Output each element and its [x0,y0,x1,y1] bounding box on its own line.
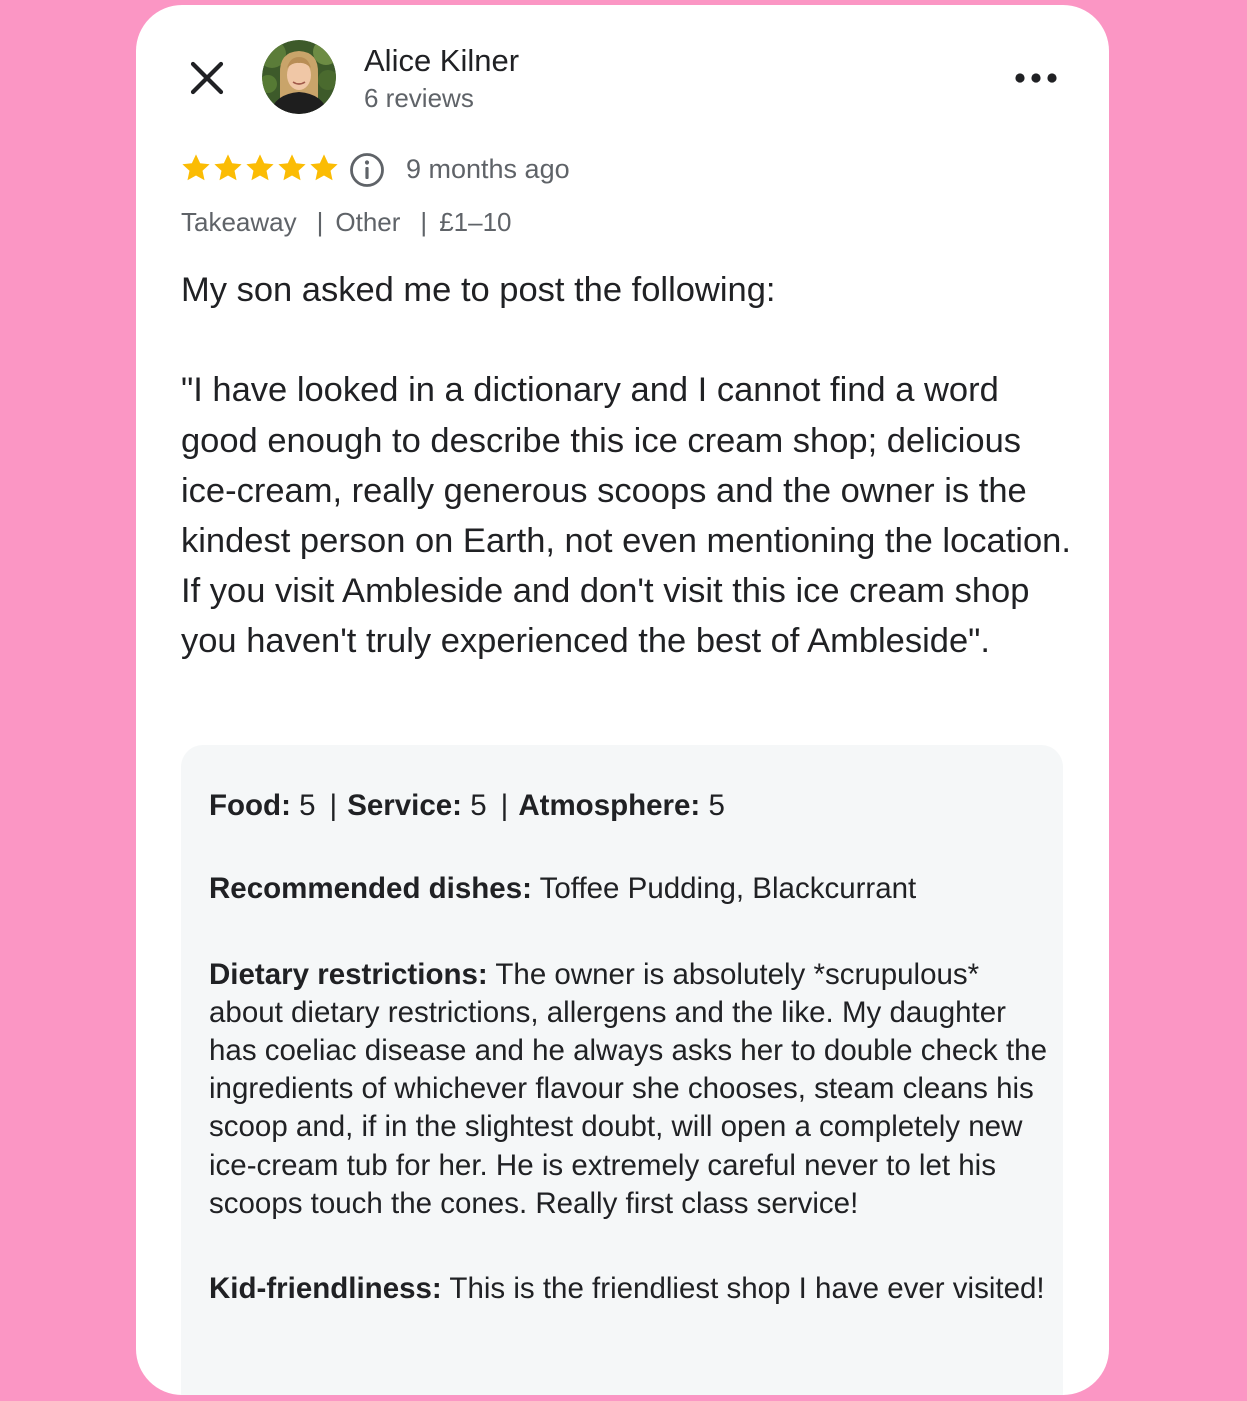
atmosphere-label: Atmosphere: [518,789,701,822]
close-button[interactable] [184,55,230,101]
price-range: £1–10 [439,207,512,237]
star-icon [310,154,338,181]
service-type: Takeaway [181,207,297,237]
dietary-restrictions: Dietary restrictions: The owner is absol… [209,956,1049,1223]
recommended-dishes-label: Recommended dishes: [209,872,532,905]
star-icon [246,154,274,181]
category-ratings: Food: 5 | Service: 5 | Atmosphere: 5 [209,785,1049,827]
info-button[interactable] [348,151,386,189]
reviewer-photo [262,40,336,114]
food-rating: 5 [299,789,316,822]
review-card: Alice Kilner 6 reviews 9 months ago Take… [136,5,1109,1395]
food-label: Food: [209,789,291,822]
kid-friendliness-value: This is the friendliest shop I have ever… [449,1271,1045,1305]
review-time: 9 months ago [406,154,570,184]
star-rating [180,151,340,187]
review-details: Food: 5 | Service: 5 | Atmosphere: 5 Recomme… [181,745,1063,1395]
review-count: 6 reviews [364,83,474,113]
recommended-dishes-value: Toffee Pudding, Blackcurrant [539,872,917,905]
avatar[interactable] [262,40,336,114]
recommended-dishes: Recommended dishes: Toffee Pudding, Blac… [209,870,1049,908]
meal-type: Other [335,207,401,237]
service-label: Service: [347,789,463,822]
star-icon [182,154,210,181]
atmosphere-rating: 5 [708,789,725,822]
more-options-button[interactable] [1010,63,1062,93]
meta-divider: | [420,207,428,237]
meta-divider: | [316,207,324,237]
info-icon [350,153,384,187]
review-meta: Takeaway | Other | £1–10 [181,205,512,239]
ratings-divider: | [500,789,509,822]
service-rating: 5 [470,789,487,822]
more-horizontal-icon [1015,73,1057,83]
dietary-restrictions-label: Dietary restrictions: [209,958,488,992]
review-text: My son asked me to post the following: "… [181,271,1071,661]
ratings-divider: | [329,789,338,822]
close-icon [190,61,224,95]
star-icon [278,154,306,181]
dietary-restrictions-value: The owner is absolutely *scrupulous* abo… [209,958,1047,1220]
star-icon [214,154,242,181]
author-name[interactable]: Alice Kilner [364,41,519,81]
kid-friendliness-label: Kid-friendliness: [209,1271,442,1305]
kid-friendliness: Kid-friendliness: This is the friendlies… [209,1270,1049,1308]
